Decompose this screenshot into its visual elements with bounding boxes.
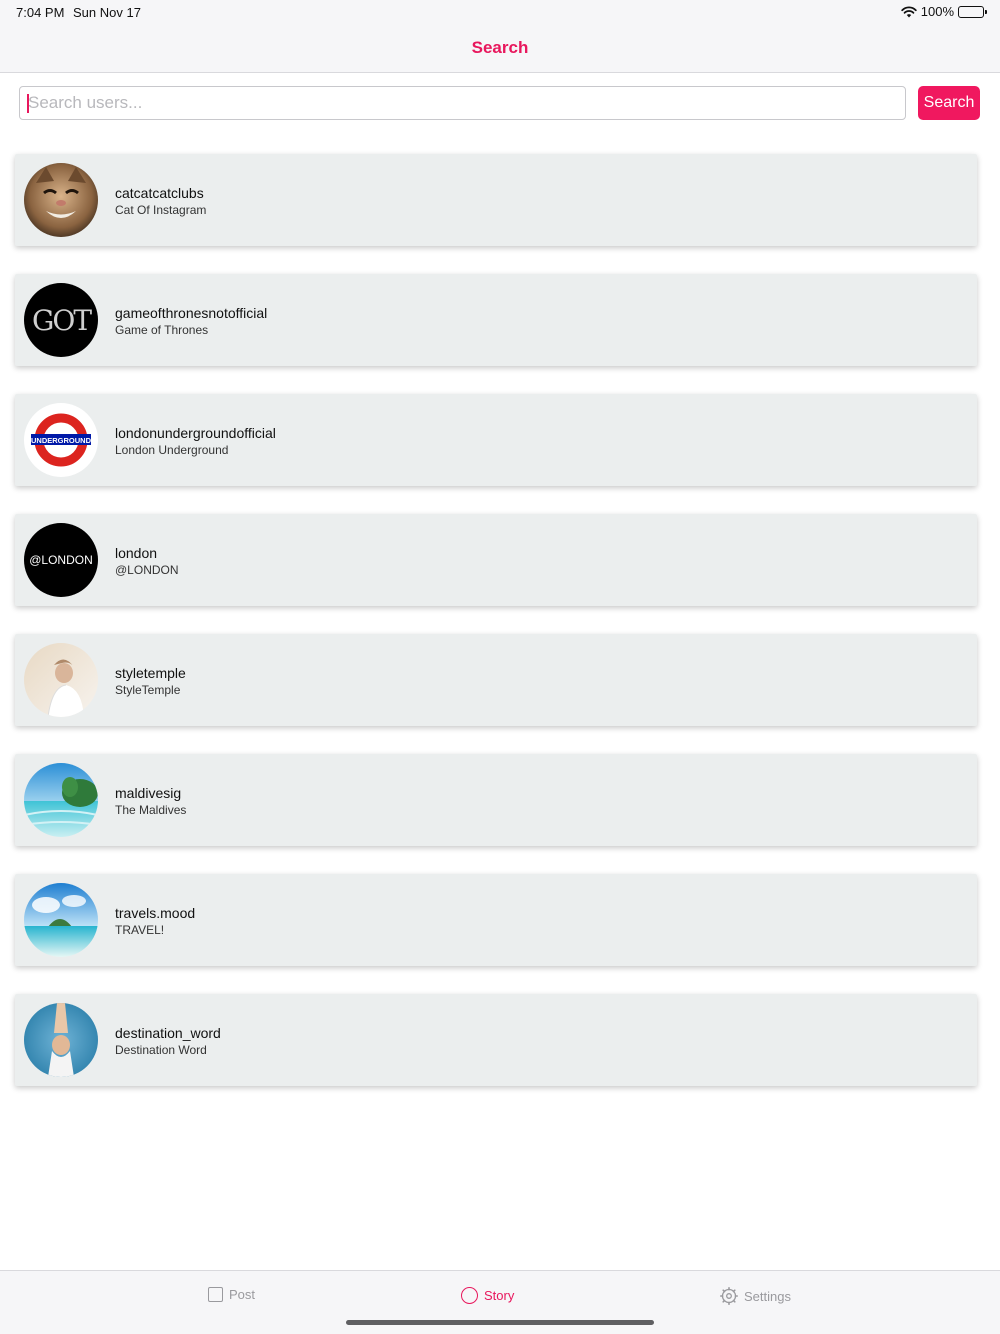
text-cursor xyxy=(27,94,29,113)
wifi-icon xyxy=(901,5,917,17)
tab-label: Story xyxy=(484,1288,515,1303)
avatar-logo-text: UNDERGROUND xyxy=(31,436,92,445)
avatar xyxy=(24,1003,98,1077)
square-icon xyxy=(208,1287,223,1302)
search-input[interactable] xyxy=(19,86,906,120)
tab-label: Post xyxy=(229,1287,256,1302)
display-name: The Maldives xyxy=(115,803,187,817)
user-card-maldivesig[interactable]: maldivesig The Maldives xyxy=(15,754,977,846)
username: catcatcatclubs xyxy=(115,185,204,201)
username: londonundergroundofficial xyxy=(115,425,276,441)
search-button[interactable]: Search xyxy=(918,86,980,120)
user-card-catcatcatclubs[interactable]: catcatcatclubs Cat Of Instagram xyxy=(15,154,977,246)
avatar xyxy=(24,643,98,717)
home-indicator xyxy=(346,1320,654,1325)
status-bar: 7:04 PM Sun Nov 17 100% xyxy=(0,0,1000,24)
user-card-travels-mood[interactable]: travels.mood TRAVEL! xyxy=(15,874,977,966)
avatar-logo-text: @LONDON xyxy=(29,553,93,567)
username: london xyxy=(115,545,158,561)
avatar-logo-text: GOT xyxy=(32,304,92,337)
avatar xyxy=(24,763,98,837)
tab-label: Settings xyxy=(744,1288,791,1304)
user-list: catcatcatclubs Cat Of Instagram GOT game… xyxy=(15,154,977,1114)
display-name: London Underground xyxy=(115,443,229,457)
tab-settings[interactable]: Settings xyxy=(720,1287,791,1305)
status-date: Sun Nov 17 xyxy=(73,5,141,20)
username: maldivesig xyxy=(115,785,182,801)
search-row: Search xyxy=(19,86,981,120)
tab-post[interactable]: Post xyxy=(208,1287,255,1302)
display-name: @LONDON xyxy=(115,563,179,577)
avatar: GOT xyxy=(24,283,98,357)
gear-icon xyxy=(720,1287,738,1305)
avatar: UNDERGROUND xyxy=(24,403,98,477)
display-name: Game of Thrones xyxy=(115,323,209,337)
display-name: TRAVEL! xyxy=(115,923,165,937)
username: styletemple xyxy=(115,665,186,681)
user-card-destination-word[interactable]: destination_word Destination Word xyxy=(15,994,977,1086)
username: travels.mood xyxy=(115,905,196,921)
avatar: @LONDON xyxy=(24,523,98,597)
display-name: StyleTemple xyxy=(115,683,181,697)
status-time: 7:04 PM xyxy=(16,5,65,20)
circle-icon xyxy=(461,1287,478,1304)
battery-percent: 100% xyxy=(920,4,954,19)
navigation-bar: Search xyxy=(0,24,1000,73)
user-card-london[interactable]: @LONDON london @LONDON xyxy=(15,514,977,606)
status-indicators: 100% xyxy=(901,4,987,19)
username: gameofthronesnotofficial xyxy=(115,305,268,321)
avatar xyxy=(24,163,98,237)
battery-icon xyxy=(958,5,987,18)
user-card-styletemple[interactable]: styletemple StyleTemple xyxy=(15,634,977,726)
user-card-londonundergroundofficial[interactable]: UNDERGROUND londonundergroundofficial Lo… xyxy=(15,394,977,486)
display-name: Cat Of Instagram xyxy=(115,203,207,217)
display-name: Destination Word xyxy=(115,1043,207,1057)
page-title: Search xyxy=(471,38,529,57)
tab-story[interactable]: Story xyxy=(461,1287,514,1304)
avatar xyxy=(24,883,98,957)
username: destination_word xyxy=(115,1025,221,1041)
user-card-gameofthronesnotofficial[interactable]: GOT gameofthronesnotofficial Game of Thr… xyxy=(15,274,977,366)
